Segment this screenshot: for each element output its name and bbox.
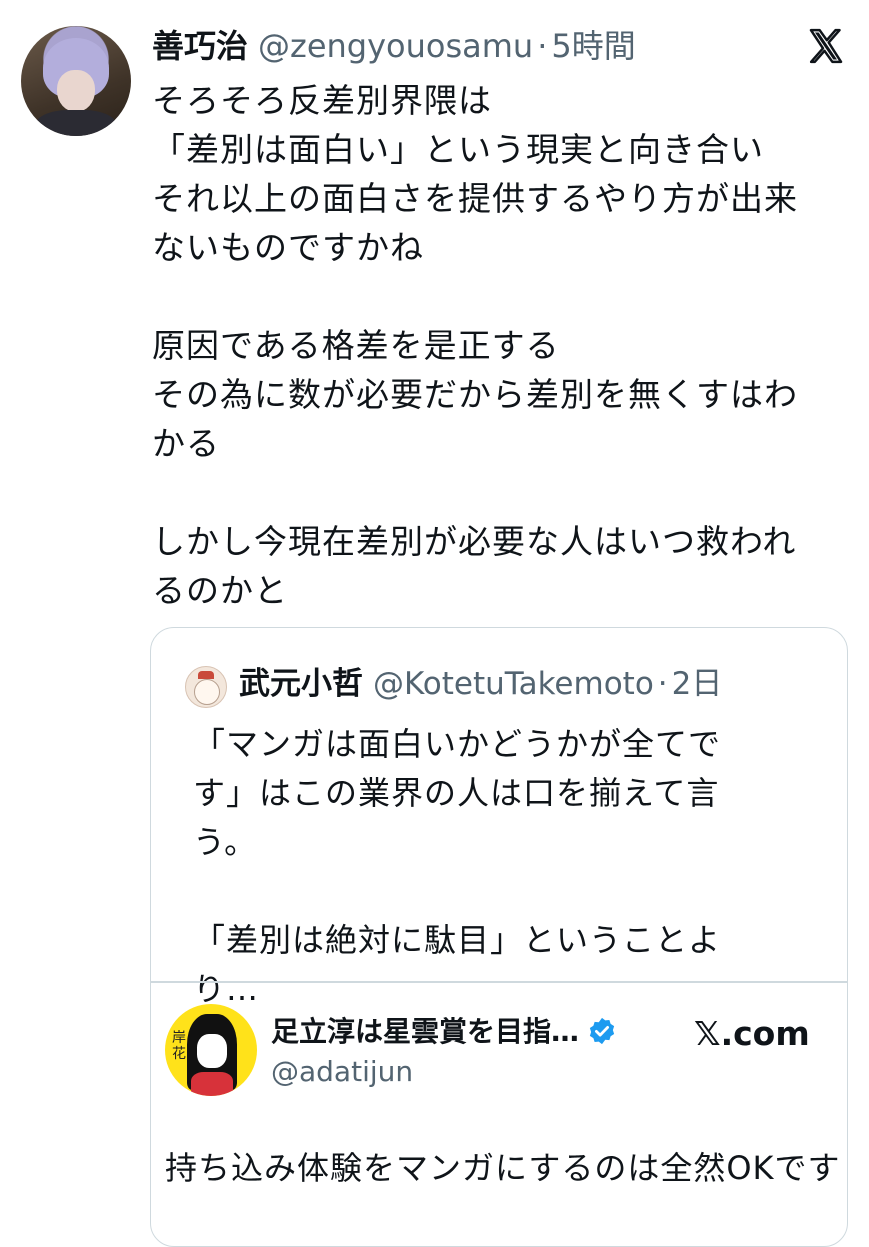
author-avatar[interactable] — [21, 26, 131, 136]
avatar-shoulders — [35, 110, 117, 136]
card-divider — [151, 981, 847, 983]
x-logo-icon[interactable] — [806, 26, 846, 66]
quoted-avatar-cap — [198, 671, 214, 679]
tweet-header: 善巧治 @zengyouosamu · 5時間 — [152, 24, 636, 68]
avatar-face — [57, 70, 95, 112]
quoted-timestamp[interactable]: 2日 — [672, 662, 723, 706]
quoted-author-handle[interactable]: @KotetuTakemoto — [373, 662, 654, 706]
separator-dot: · — [537, 27, 548, 65]
quoted-tweet-text: 「マンガは面白いかどうかが全てで す」はこの業界の人は口を揃えて言 う。 「差別… — [193, 725, 722, 1008]
embedded-avatar-face — [197, 1034, 227, 1068]
author-handle[interactable]: @zengyouosamu — [258, 24, 533, 68]
tweet-text: そろそろ反差別界隈は 「差別は面白い」という現実と向き合い それ以上の面白さを提… — [152, 81, 798, 610]
embedded-author-name[interactable]: 足立淳は星雲賞を目指… — [271, 1012, 579, 1052]
author-name[interactable]: 善巧治 — [152, 24, 248, 68]
avatar-kanji-text: 岸花 — [172, 1030, 186, 1062]
quoted-author-name[interactable]: 武元小哲 — [239, 662, 363, 706]
quoted-author-avatar[interactable] — [185, 666, 227, 708]
quoted-separator-dot: · — [657, 666, 668, 702]
quoted-tweet[interactable]: 武元小哲 @KotetuTakemoto · 2日 「マンガは面白いかどうかが全… — [150, 627, 848, 1247]
embedded-author-avatar[interactable]: 岸花 — [165, 1004, 257, 1096]
quoted-avatar-body — [194, 679, 220, 705]
embedded-card-text: 持ち込み体験をマンガにするのは全然OKです — [165, 1149, 841, 1187]
quoted-tweet-header: 武元小哲 @KotetuTakemoto · 2日 — [239, 662, 722, 706]
timestamp[interactable]: 5時間 — [551, 24, 635, 68]
verified-badge-icon — [589, 1017, 615, 1045]
embedded-author-handle[interactable]: @adatijun — [271, 1052, 413, 1092]
embedded-site-link[interactable]: 𝕏.com — [694, 1012, 810, 1056]
embedded-avatar-robe — [191, 1072, 233, 1096]
